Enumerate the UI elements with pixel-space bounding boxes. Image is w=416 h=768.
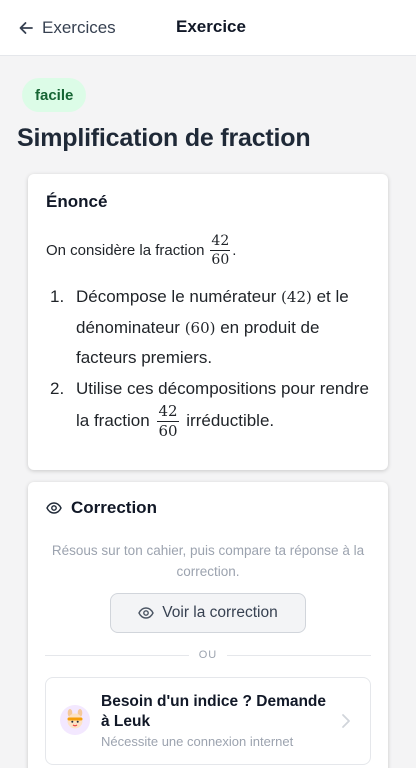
step-number: 1. [50,287,65,306]
or-divider: OU [45,646,371,664]
arrow-left-icon [19,22,33,34]
step-fraction: 42 60 [157,402,179,440]
divider-line [227,654,371,656]
step-text: Décompose le numérateur (42) et le dénom… [70,282,370,374]
intro-end: . [232,242,237,259]
intro-text: On considère la fraction [46,242,205,259]
intro-fraction: 42 60 [210,233,231,268]
header-title: Exercice [176,17,246,36]
step-item: 1. Décompose le numérateur (42) et le dé… [50,282,370,374]
step-text-part: irréductible. [186,410,275,430]
step-text: Utilise ces décompositions pour rendre l… [70,374,370,440]
eye-icon [138,607,155,619]
difficulty-badge: facile [22,78,87,112]
page-title: Simplification de fraction [17,124,311,152]
show-correction-button[interactable]: Voir la correction [110,593,306,633]
ask-leuk-subtitle: Nécessite une connexion internet [101,734,294,749]
app-header: Exercices Exercice [0,0,416,56]
correction-card: Correction Résous sur ton cahier, puis c… [28,482,388,768]
enonce-intro: On considère la fraction 42 60 . [46,234,236,267]
fraction-denominator: 60 [158,422,178,440]
enonce-heading: Énoncé [46,192,108,211]
correction-hint: Résous sur ton cahier, puis compare ta r… [51,543,365,579]
chevron-right-icon [342,714,350,728]
steps-list: 1. Décompose le numérateur (42) et le dé… [50,282,370,439]
ask-leuk-title: Besoin d'un indice ? Demande à Leuk [101,693,327,730]
step-item: 2. Utilise ces décompositions pour rendr… [50,374,370,440]
fraction-numerator: 42 [210,233,231,251]
enonce-card: Énoncé On considère la fraction 42 60 . … [28,174,388,470]
correction-heading-label: Correction [71,498,157,517]
step-number: 2. [50,378,65,398]
math-denominator: (60) [184,318,216,337]
leuk-mascot-icon [60,705,90,735]
divider-line [45,654,189,656]
step-text-part: Décompose le numérateur [76,287,282,306]
eye-icon [46,502,62,514]
back-label: Exercices [42,18,116,37]
ask-leuk-card[interactable]: Besoin d'un indice ? Demande à Leuk Néce… [45,677,371,765]
fraction-numerator: 42 [157,402,179,422]
fraction-denominator: 60 [211,252,230,268]
back-button[interactable]: Exercices [18,16,116,40]
correction-heading: Correction [46,498,157,518]
math-numerator: (42) [281,288,312,306]
divider-label: OU [198,649,218,661]
mascot-face [67,709,83,729]
show-correction-label: Voir la correction [162,604,278,621]
